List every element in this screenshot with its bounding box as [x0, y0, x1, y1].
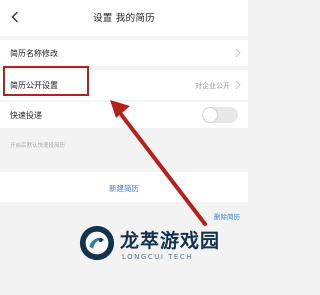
watermark: 龙萃游戏园 LONGCUI TECH: [78, 222, 238, 274]
watermark-subtitle: LONGCUI TECH: [122, 253, 193, 261]
watermark-name: 龙萃游戏园: [120, 230, 221, 252]
dragon-logo-icon: [79, 225, 115, 261]
